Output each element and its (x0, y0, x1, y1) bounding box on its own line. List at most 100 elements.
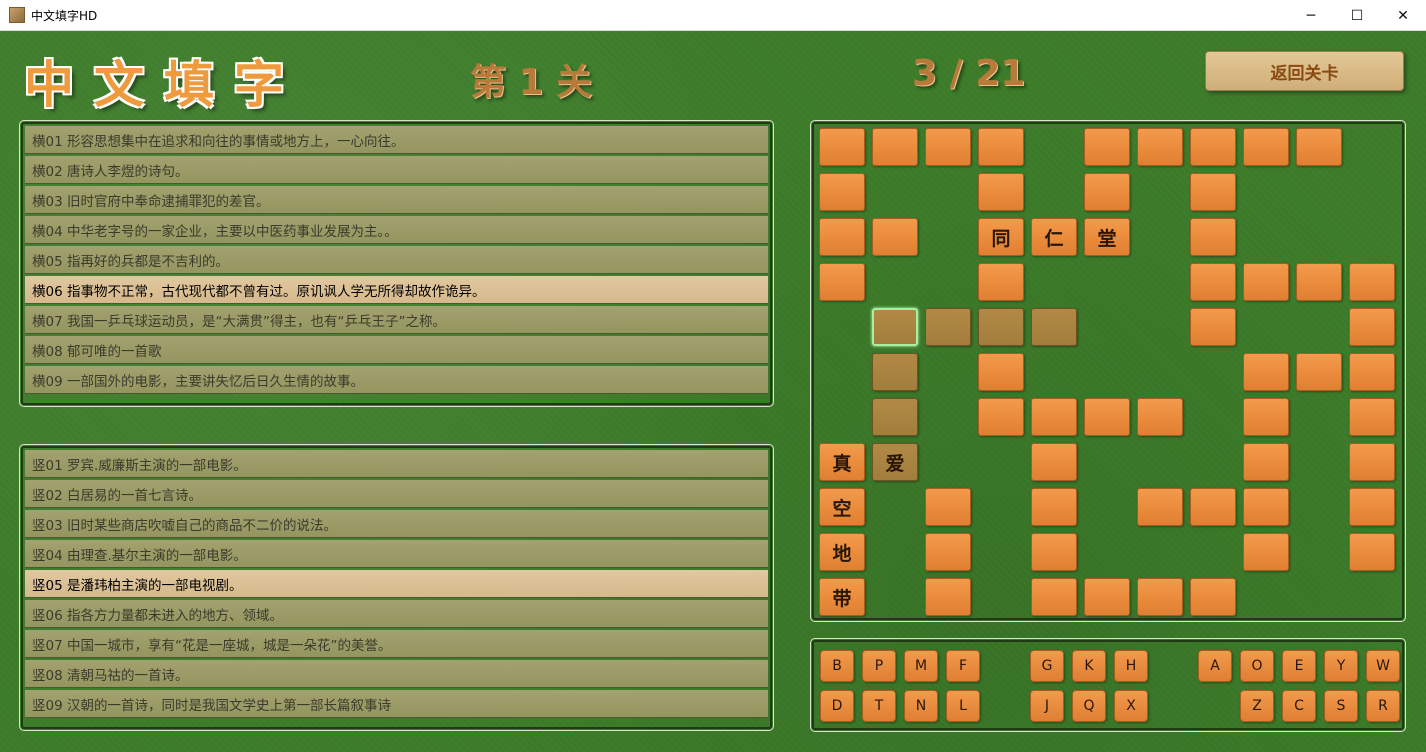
grid-cell[interactable] (1137, 128, 1183, 166)
down-clue[interactable]: 竖05 是潘玮柏主演的一部电视剧。 (25, 570, 768, 598)
down-clue[interactable]: 竖01 罗宾.威廉斯主演的一部电影。 (25, 450, 768, 478)
across-clue[interactable]: 横03 旧时官府中奉命逮捕罪犯的差官。 (25, 186, 768, 214)
grid-cell[interactable] (978, 173, 1024, 211)
letter-key[interactable]: R (1366, 690, 1400, 722)
grid-cell[interactable] (1243, 353, 1289, 391)
grid-cell[interactable] (1243, 443, 1289, 481)
letter-key[interactable]: W (1366, 650, 1400, 682)
grid-cell[interactable] (1190, 218, 1236, 256)
grid-cell[interactable] (1190, 308, 1236, 346)
grid-cell[interactable] (1349, 398, 1395, 436)
letter-key[interactable]: Y (1324, 650, 1358, 682)
grid-cell[interactable] (1243, 128, 1289, 166)
grid-cell[interactable] (1349, 353, 1395, 391)
down-clue[interactable]: 竖07 中国一城市，享有“花是一座城，城是一朵花”的美誉。 (25, 630, 768, 658)
letter-key[interactable]: C (1282, 690, 1316, 722)
letter-key[interactable]: B (820, 650, 854, 682)
letter-key[interactable]: J (1030, 690, 1064, 722)
grid-cell[interactable] (925, 128, 971, 166)
grid-cell[interactable] (1190, 488, 1236, 526)
grid-cell[interactable] (1137, 398, 1183, 436)
letter-key[interactable]: F (946, 650, 980, 682)
letter-key[interactable]: D (820, 690, 854, 722)
grid-cell[interactable] (1349, 308, 1395, 346)
grid-cell[interactable]: 堂 (1084, 218, 1130, 256)
grid-cell[interactable] (1031, 308, 1077, 346)
grid-cell[interactable]: 真 (819, 443, 865, 481)
grid-cell[interactable] (872, 128, 918, 166)
letter-key[interactable]: M (904, 650, 938, 682)
letter-key[interactable]: K (1072, 650, 1106, 682)
letter-key[interactable]: G (1030, 650, 1064, 682)
grid-cell[interactable] (1349, 443, 1395, 481)
grid-cell[interactable] (1349, 488, 1395, 526)
grid-cell[interactable] (978, 353, 1024, 391)
grid-cell[interactable] (1296, 128, 1342, 166)
grid-cell[interactable] (819, 128, 865, 166)
grid-cell[interactable] (1031, 578, 1077, 616)
grid-cell[interactable] (1190, 578, 1236, 616)
grid-cell[interactable]: 空 (819, 488, 865, 526)
grid-cell[interactable] (1349, 533, 1395, 571)
across-clue[interactable]: 横02 唐诗人李煜的诗句。 (25, 156, 768, 184)
across-clue[interactable]: 横09 一部国外的电影，主要讲失忆后日久生情的故事。 (25, 366, 768, 394)
close-button[interactable]: ✕ (1380, 0, 1426, 31)
grid-cell[interactable] (1137, 578, 1183, 616)
grid-cell[interactable] (1031, 398, 1077, 436)
maximize-button[interactable]: ☐ (1334, 0, 1380, 31)
grid-cell[interactable] (819, 263, 865, 301)
letter-key[interactable]: T (862, 690, 896, 722)
grid-cell[interactable] (925, 308, 971, 346)
across-clue[interactable]: 横01 形容思想集中在追求和向往的事情或地方上，一心向往。 (25, 126, 768, 154)
grid-cell[interactable] (872, 398, 918, 436)
grid-cell[interactable] (1190, 173, 1236, 211)
down-clue[interactable]: 竖02 白居易的一首七言诗。 (25, 480, 768, 508)
grid-cell[interactable]: 地 (819, 533, 865, 571)
across-clue[interactable]: 横06 指事物不正常，古代现代都不曾有过。原讥讽人学无所得却故作诡异。 (25, 276, 768, 304)
grid-cell[interactable]: 同 (978, 218, 1024, 256)
grid-cell[interactable] (1296, 263, 1342, 301)
grid-cell[interactable] (1137, 488, 1183, 526)
across-clue[interactable]: 横05 指再好的兵都是不吉利的。 (25, 246, 768, 274)
letter-key[interactable]: S (1324, 690, 1358, 722)
grid-cell[interactable] (1190, 263, 1236, 301)
grid-cell[interactable] (1084, 578, 1130, 616)
grid-cell[interactable] (872, 218, 918, 256)
grid-cell[interactable] (978, 263, 1024, 301)
letter-key[interactable]: Q (1072, 690, 1106, 722)
letter-key[interactable]: E (1282, 650, 1316, 682)
letter-key[interactable]: P (862, 650, 896, 682)
grid-cell[interactable] (1031, 488, 1077, 526)
grid-cell[interactable] (819, 173, 865, 211)
letter-key[interactable]: N (904, 690, 938, 722)
letter-key[interactable]: X (1114, 690, 1148, 722)
grid-cell[interactable]: 带 (819, 578, 865, 616)
grid-cell[interactable] (978, 308, 1024, 346)
grid-cell[interactable] (872, 353, 918, 391)
grid-cell[interactable] (819, 218, 865, 256)
across-clue[interactable]: 横07 我国一乒乓球运动员，是“大满贯”得主，也有“乒乓王子”之称。 (25, 306, 768, 334)
grid-cell[interactable] (1243, 398, 1289, 436)
down-clue[interactable]: 竖06 指各方力量都未进入的地方、领域。 (25, 600, 768, 628)
back-to-levels-button[interactable]: 返回关卡 (1205, 51, 1404, 91)
grid-cell[interactable] (925, 488, 971, 526)
grid-cell[interactable] (1243, 263, 1289, 301)
letter-key[interactable]: O (1240, 650, 1274, 682)
down-clue[interactable]: 竖03 旧时某些商店吹嘘自己的商品不二价的说法。 (25, 510, 768, 538)
grid-cell[interactable] (925, 578, 971, 616)
down-clue[interactable]: 竖09 汉朝的一首诗，同时是我国文学史上第一部长篇叙事诗 (25, 690, 768, 718)
grid-cell[interactable] (1031, 443, 1077, 481)
grid-cell[interactable] (872, 308, 918, 346)
grid-cell[interactable] (1084, 173, 1130, 211)
minimize-button[interactable]: ─ (1288, 0, 1334, 31)
down-clue[interactable]: 竖04 由理查.基尔主演的一部电影。 (25, 540, 768, 568)
grid-cell[interactable] (1084, 398, 1130, 436)
grid-cell[interactable] (1349, 263, 1395, 301)
letter-key[interactable]: A (1198, 650, 1232, 682)
grid-cell[interactable] (1296, 353, 1342, 391)
letter-key[interactable]: H (1114, 650, 1148, 682)
across-clue[interactable]: 横04 中华老字号的一家企业，主要以中医药事业发展为主。。 (25, 216, 768, 244)
letter-key[interactable]: Z (1240, 690, 1274, 722)
grid-cell[interactable] (978, 128, 1024, 166)
letter-key[interactable]: L (946, 690, 980, 722)
